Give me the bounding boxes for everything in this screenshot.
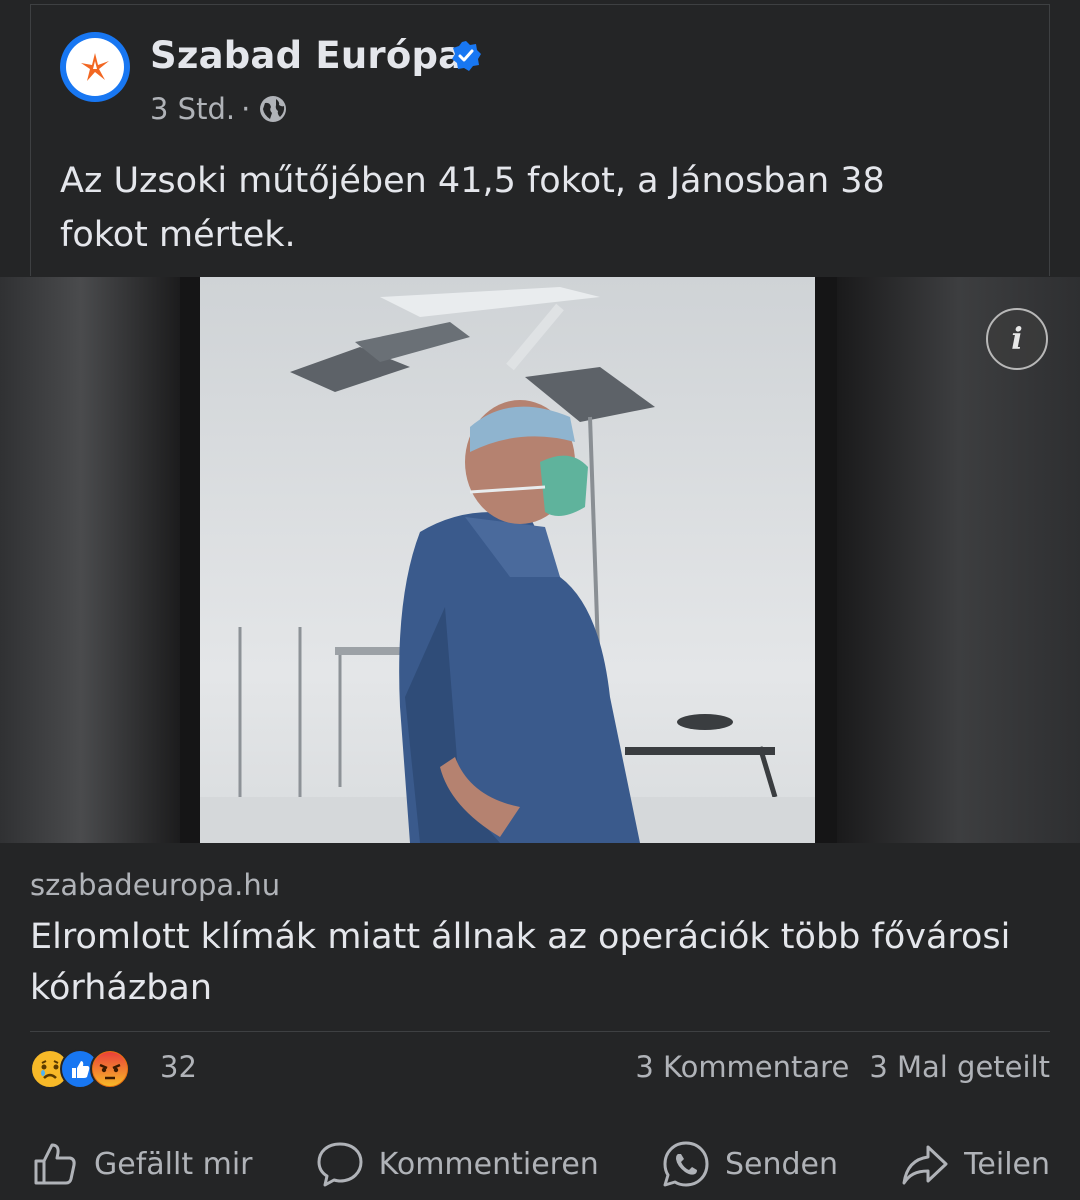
post-time[interactable]: 3 Std. (150, 92, 235, 126)
send-button[interactable]: Senden (661, 1139, 838, 1189)
info-button[interactable]: i (986, 308, 1048, 370)
rferl-logo-icon (66, 38, 124, 96)
post-meta: 3 Std. · (150, 92, 288, 126)
post-photo[interactable] (0, 277, 1080, 843)
like-button[interactable]: Gefällt mir (30, 1139, 253, 1189)
share-label: Teilen (964, 1146, 1050, 1182)
comment-bubble-icon (317, 1142, 363, 1187)
post-text: Az Uzsoki műtőjében 41,5 fokot, a Jánosb… (60, 161, 885, 255)
comment-button[interactable]: Kommentieren (315, 1139, 599, 1189)
divider (30, 1031, 1050, 1032)
engagement-counts: 3 Kommentare 3 Mal geteilt (635, 1050, 1050, 1084)
page-name[interactable]: Szabad Európa (150, 34, 463, 77)
share-arrow-icon (902, 1145, 948, 1185)
angry-reaction-icon (90, 1049, 130, 1089)
page-avatar[interactable] (60, 32, 130, 102)
thumbs-up-icon (34, 1143, 76, 1185)
reaction-icons[interactable] (30, 1048, 130, 1090)
verified-badge-icon (452, 41, 481, 71)
comment-label: Kommentieren (378, 1146, 599, 1182)
like-label: Gefällt mir (94, 1146, 253, 1182)
info-icon: i (1011, 321, 1023, 357)
whatsapp-icon (663, 1141, 709, 1187)
share-count[interactable]: 3 Mal geteilt (869, 1050, 1050, 1084)
comment-count[interactable]: 3 Kommentare (635, 1050, 849, 1084)
meta-separator: · (241, 92, 251, 126)
operating-room-photo (0, 277, 1080, 843)
send-label: Senden (724, 1146, 839, 1182)
link-domain: szabadeuropa.hu (30, 868, 281, 902)
reaction-count[interactable]: 32 (160, 1050, 197, 1084)
action-bar: Gefällt mir Kommentieren Senden Teilen (30, 1132, 1050, 1196)
share-button[interactable]: Teilen (900, 1139, 1050, 1189)
globe-icon (260, 96, 287, 122)
link-title[interactable]: Elromlott klímák miatt állnak az operáci… (30, 912, 1030, 1014)
